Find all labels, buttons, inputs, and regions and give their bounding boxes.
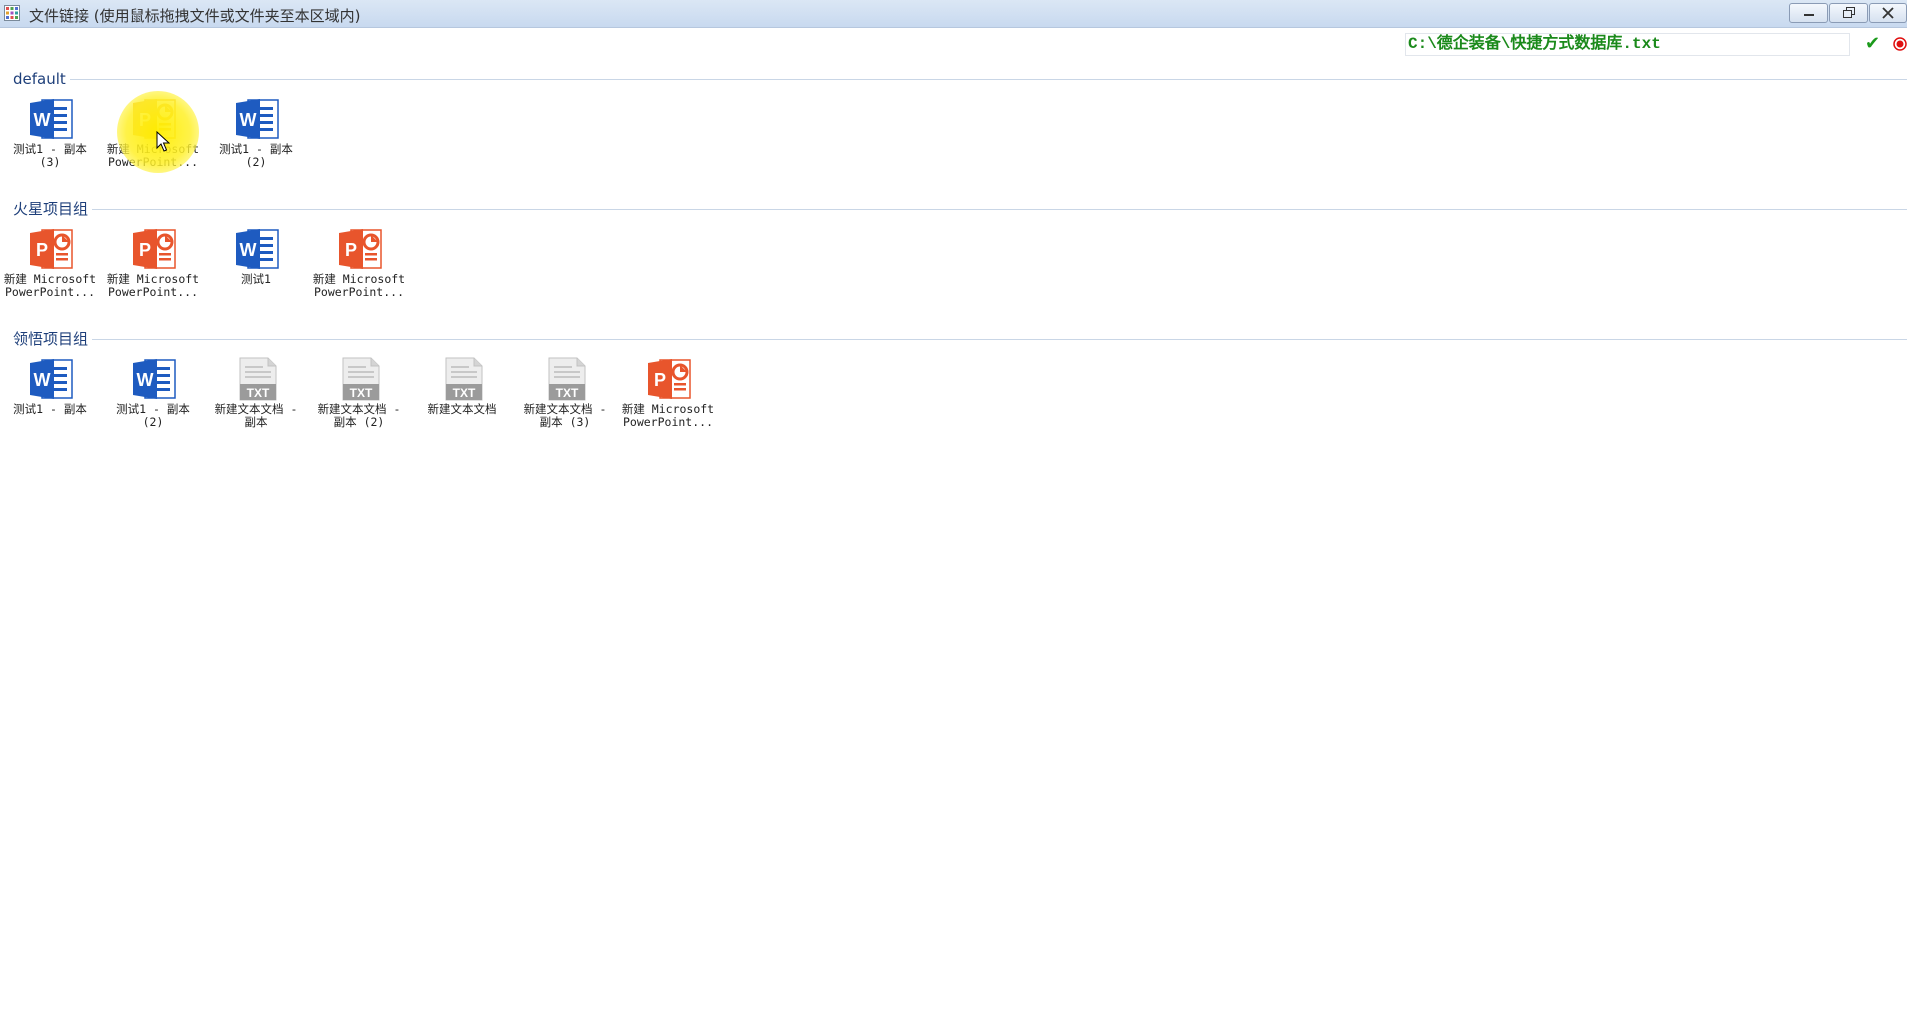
file-label: 新建文本文档 - 副本 (2) <box>317 402 401 429</box>
svg-text:W: W <box>137 370 154 390</box>
powerpoint-icon: P <box>28 227 74 271</box>
file-label: 新建文本文档 - 副本 <box>214 402 298 429</box>
file-label: 测试1 - 副本 (2) <box>219 142 293 169</box>
svg-text:TXT: TXT <box>556 386 579 400</box>
group-title[interactable]: 火星项目组 <box>13 199 88 219</box>
group-header: 火星项目组 <box>13 199 1907 219</box>
group-title[interactable]: 领悟项目组 <box>13 329 88 349</box>
file-shortcut-ppt[interactable]: P 新建 Microsoft PowerPoint... <box>309 227 407 311</box>
mouse-cursor-icon <box>156 131 170 152</box>
record-icon[interactable] <box>1893 37 1907 51</box>
word-document-icon: W <box>234 97 280 141</box>
minimize-icon <box>1803 14 1814 16</box>
svg-text:W: W <box>240 240 257 260</box>
file-shortcut-ppt[interactable]: P 新建 Microsoft PowerPoint... <box>103 227 201 311</box>
file-label: 新建 Microsoft PowerPoint... <box>312 272 406 299</box>
svg-text:TXT: TXT <box>453 386 476 400</box>
word-document-icon: W <box>131 357 177 401</box>
minimize-button[interactable] <box>1789 3 1828 23</box>
file-shortcut-ppt[interactable]: P 新建 Microsoft PowerPoint... <box>618 357 716 441</box>
close-icon <box>1882 7 1894 19</box>
restore-button[interactable] <box>1829 3 1868 23</box>
file-shortcut-txt[interactable]: TXT 新建文本文档 <box>412 357 510 441</box>
file-shortcut-word[interactable]: W 测试1 <box>206 227 304 311</box>
file-shortcut-txt[interactable]: TXT 新建文本文档 - 副本 <box>206 357 304 441</box>
file-label: 测试1 <box>241 272 271 286</box>
database-path-field[interactable]: C:\德企装备\快捷方式数据库.txt <box>1405 33 1850 56</box>
file-label: 测试1 - 副本 (2) <box>116 402 190 429</box>
svg-text:P: P <box>139 240 151 260</box>
file-shortcut-word[interactable]: W 测试1 - 副本 (2) <box>206 97 304 181</box>
file-shortcut-ppt[interactable]: P 新建 Microsoft PowerPoint... <box>0 227 98 311</box>
text-file-icon: TXT <box>543 357 589 401</box>
svg-text:W: W <box>34 110 51 130</box>
group-divider <box>92 209 1907 210</box>
word-document-icon: W <box>234 227 280 271</box>
svg-text:P: P <box>36 240 48 260</box>
file-label: 新建文本文档 <box>427 402 497 416</box>
file-label: 新建 Microsoft PowerPoint... <box>106 272 200 299</box>
text-file-icon: TXT <box>234 357 280 401</box>
text-file-icon: TXT <box>337 357 383 401</box>
file-shortcut-word[interactable]: W 测试1 - 副本 <box>0 357 98 441</box>
svg-text:TXT: TXT <box>247 386 270 400</box>
svg-text:P: P <box>654 370 666 390</box>
file-label: 新建 Microsoft PowerPoint... <box>3 272 97 299</box>
text-file-icon: TXT <box>440 357 486 401</box>
powerpoint-icon: P <box>337 227 383 271</box>
file-label: 新建 Microsoft PowerPoint... <box>621 402 715 429</box>
file-shortcut-txt[interactable]: TXT 新建文本文档 - 副本 (3) <box>515 357 613 441</box>
group-title[interactable]: default <box>13 69 66 89</box>
svg-text:TXT: TXT <box>350 386 373 400</box>
file-shortcut-word[interactable]: W 测试1 - 副本 (3) <box>0 97 98 181</box>
file-shortcut-txt[interactable]: TXT 新建文本文档 - 副本 (2) <box>309 357 407 441</box>
app-icon <box>4 5 20 21</box>
title-bar: 文件链接 (使用鼠标拖拽文件或文件夹至本区域内) <box>0 0 1907 28</box>
file-label: 新建文本文档 - 副本 (3) <box>523 402 607 429</box>
word-document-icon: W <box>28 97 74 141</box>
svg-text:W: W <box>34 370 51 390</box>
group-header: default <box>13 69 1907 89</box>
word-document-icon: W <box>28 357 74 401</box>
svg-text:W: W <box>240 110 257 130</box>
file-label: 测试1 - 副本 <box>13 402 87 416</box>
file-label: 测试1 - 副本 (3) <box>13 142 87 169</box>
checkmark-icon[interactable]: ✔ <box>1865 34 1880 54</box>
powerpoint-icon: P <box>131 227 177 271</box>
window-title: 文件链接 (使用鼠标拖拽文件或文件夹至本区域内) <box>29 7 361 25</box>
file-shortcut-word[interactable]: W 测试1 - 副本 (2) <box>103 357 201 441</box>
group-divider <box>69 79 1907 80</box>
restore-icon <box>1842 7 1855 18</box>
close-button[interactable] <box>1869 3 1907 23</box>
svg-text:P: P <box>345 240 357 260</box>
powerpoint-icon: P <box>646 357 692 401</box>
group-header: 领悟项目组 <box>13 329 1907 349</box>
group-divider <box>92 339 1907 340</box>
